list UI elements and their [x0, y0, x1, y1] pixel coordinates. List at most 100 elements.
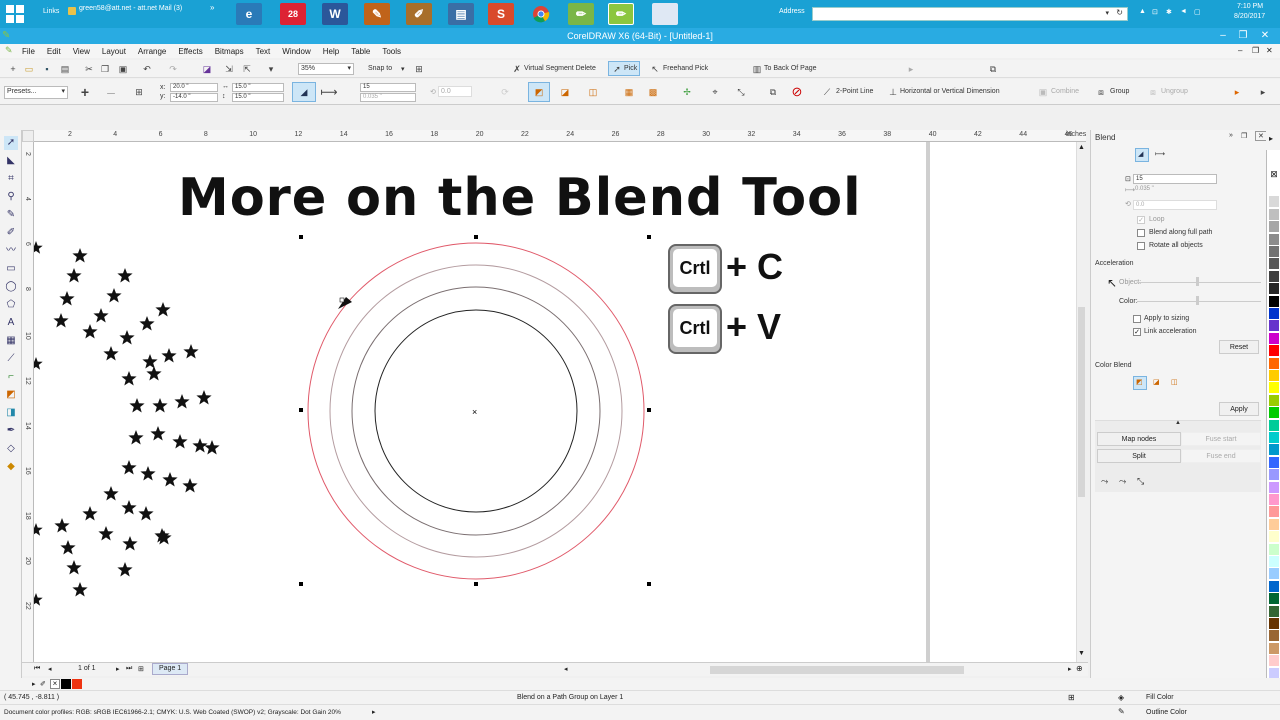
pick-button[interactable]: Pick: [624, 65, 637, 72]
color-swatch[interactable]: [1269, 345, 1279, 358]
color-swatch[interactable]: [1269, 432, 1279, 444]
star-shape[interactable]: [204, 440, 220, 455]
scroll-right-icon[interactable]: ▸: [1068, 665, 1072, 673]
path-properties-icon[interactable]: ⤡: [734, 85, 748, 99]
shape-tool-icon[interactable]: ◣: [4, 154, 18, 168]
horizontal-vertical-dimension-button[interactable]: Horizontal or Vertical Dimension: [900, 88, 1000, 95]
color-swatch[interactable]: [1269, 283, 1279, 296]
copy-blend-properties-icon[interactable]: ⧉: [766, 85, 780, 99]
options-icon[interactable]: ⊞: [412, 62, 426, 76]
pick-tool-icon[interactable]: ➚: [4, 136, 18, 150]
collapse-advanced-icon[interactable]: ▲: [1175, 420, 1181, 426]
color-swatch[interactable]: [1269, 618, 1279, 630]
document-icon[interactable]: ✎: [5, 45, 13, 56]
star-shape[interactable]: [162, 472, 178, 487]
star-shape[interactable]: [121, 500, 137, 515]
virtual-segment-delete-button[interactable]: Virtual Segment Delete: [524, 65, 596, 72]
blank-document-icon[interactable]: [652, 3, 678, 25]
coreldraw-taskbar-icon[interactable]: ✏: [568, 3, 594, 25]
ellipse-tool-icon[interactable]: ◯: [4, 280, 18, 294]
counterclockwise-color-blend-icon[interactable]: ◫: [1171, 378, 1178, 386]
color-swatch[interactable]: [1269, 407, 1279, 420]
color-swatch[interactable]: [1269, 295, 1279, 308]
split-button[interactable]: Split: [1097, 449, 1181, 463]
toolbar-options-icon[interactable]: ▸: [1256, 85, 1270, 99]
color-swatch[interactable]: [1269, 246, 1279, 258]
windows-start-icon[interactable]: [6, 5, 24, 23]
color-swatch[interactable]: [1269, 642, 1279, 655]
maximize-button[interactable]: ❐: [1233, 28, 1253, 44]
star-shape-partial[interactable]: [34, 593, 43, 606]
star-shape[interactable]: [155, 302, 171, 317]
color-swatch[interactable]: [1269, 208, 1279, 221]
add-preset-icon[interactable]: +: [78, 84, 92, 100]
combine-icon[interactable]: ▣: [1036, 85, 1050, 99]
calendar-app-icon[interactable]: 28: [280, 3, 306, 25]
menu-bitmaps[interactable]: Bitmaps: [215, 47, 244, 56]
blend-along-full-path-checkbox[interactable]: [1137, 229, 1145, 237]
search-content-icon[interactable]: ◪: [200, 62, 214, 76]
tray-network-icon[interactable]: ⊡: [1152, 8, 1158, 16]
star-shape[interactable]: [146, 366, 162, 381]
next-page-icon[interactable]: ▸: [116, 665, 120, 673]
text-tool-icon[interactable]: A: [4, 316, 18, 330]
menu-tools[interactable]: Tools: [382, 47, 401, 56]
menu-edit[interactable]: Edit: [47, 47, 61, 56]
copy-icon[interactable]: ❐: [98, 62, 112, 76]
blend-spacing-icon[interactable]: ⟼: [320, 85, 337, 99]
import-icon[interactable]: ⇲: [222, 62, 236, 76]
color-swatch[interactable]: [1269, 556, 1279, 568]
two-point-line-icon[interactable]: ⟋: [820, 85, 834, 99]
star-shape[interactable]: [72, 582, 88, 597]
star-shape[interactable]: [72, 248, 88, 263]
to-back-of-page-icon[interactable]: ▥: [750, 62, 764, 76]
end-object-icon[interactable]: ⤳: [1119, 476, 1126, 487]
color-swatch[interactable]: [1269, 221, 1279, 234]
star-shape[interactable]: [161, 348, 177, 363]
star-shape[interactable]: [192, 438, 208, 453]
crop-tool-icon[interactable]: ⌗: [4, 172, 18, 186]
mail-taskbar-item[interactable]: green58@att.net - att.net Mail (3): [79, 5, 182, 12]
doc-close-button[interactable]: ✕: [1266, 46, 1273, 55]
paste-icon[interactable]: ▣: [116, 62, 130, 76]
remove-preset-icon[interactable]: –: [104, 84, 118, 100]
rotate-all-objects-checkbox[interactable]: [1137, 242, 1145, 250]
clock-date[interactable]: 8/20/2017: [1234, 13, 1265, 20]
star-shape[interactable]: [106, 288, 122, 303]
menu-text[interactable]: Text: [256, 47, 271, 56]
star-shape[interactable]: [142, 354, 158, 369]
menu-file[interactable]: File: [22, 47, 35, 56]
connector-tool-icon[interactable]: ⌐: [4, 370, 18, 384]
navigator-icon[interactable]: ⊕: [1076, 664, 1083, 673]
apply-button[interactable]: Apply: [1219, 402, 1259, 416]
color-swatch[interactable]: [1269, 233, 1279, 246]
object-acceleration-thumb[interactable]: [1196, 277, 1199, 286]
new-document-icon[interactable]: +: [6, 62, 20, 76]
status-options-icon[interactable]: ⊞: [1068, 693, 1075, 702]
horizontal-ruler[interactable]: 2 4 6 8 10 12 14 16 18 20 22 24 26 28 30 32 34 36 38 40 42 44…: [34, 130, 1086, 142]
word-icon[interactable]: W: [322, 3, 348, 25]
chrome-icon[interactable]: [528, 3, 554, 25]
star-shape[interactable]: [152, 398, 168, 413]
color-acceleration-slider[interactable]: [1137, 301, 1261, 302]
blend-spacing-tab-icon[interactable]: ⟼: [1155, 150, 1165, 158]
no-color-swatch[interactable]: ⊠: [1269, 170, 1279, 180]
star-shape[interactable]: [54, 518, 70, 533]
ungroup-button[interactable]: Ungroup: [1161, 88, 1188, 95]
star-shape[interactable]: [117, 562, 133, 577]
dimension-tool-icon[interactable]: ⟋: [4, 352, 18, 366]
star-shape[interactable]: [93, 308, 109, 323]
star-shape[interactable]: [174, 394, 190, 409]
prev-page-icon[interactable]: ◂: [48, 665, 52, 673]
tray-arrow-icon[interactable]: ▲: [1139, 8, 1146, 15]
star-shape[interactable]: [66, 560, 82, 575]
color-swatch[interactable]: [1269, 605, 1279, 618]
color-swatch[interactable]: [1269, 506, 1279, 519]
tray-chat-icon[interactable]: ▢: [1194, 8, 1201, 16]
color-swatch[interactable]: [1269, 630, 1279, 643]
quick-customize-icon[interactable]: ▸: [1230, 85, 1244, 99]
blend-tool-icon[interactable]: ◩: [4, 388, 18, 402]
minimize-button[interactable]: –: [1213, 28, 1233, 44]
refresh-icon[interactable]: ↻: [1116, 8, 1123, 17]
docker-steps-input[interactable]: 15: [1133, 174, 1217, 184]
